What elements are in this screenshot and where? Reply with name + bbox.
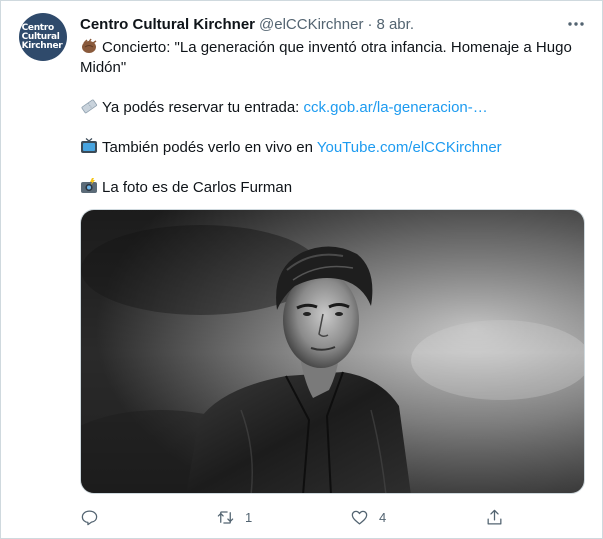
youtube-link[interactable]: YouTube.com/elCCKirchner [317,139,502,156]
retweet-icon [217,510,234,524]
heart-icon [351,510,368,524]
ticket-icon [81,99,98,114]
ticket-paragraph: Ya podés reservar tu entrada: cck.gob.ar… [80,98,590,118]
tweet-actions: 1 4 [80,505,510,529]
avatar-logo-text: Centro Cultural Kirchner [21,22,63,51]
share-icon [487,509,502,524]
tweet-date[interactable]: 8 abr. [376,16,414,33]
ticket-text: Ya podés reservar tu entrada: [102,99,304,116]
share-button[interactable] [485,505,504,529]
tweet-photo[interactable] [80,209,585,494]
television-icon [81,138,97,153]
photo-credit-text: La foto es de Carlos Furman [102,179,293,196]
reply-icon [81,510,98,525]
author-name[interactable]: Centro Cultural Kirchner [80,16,255,33]
live-text: También podés verlo en vivo en [102,139,317,156]
avatar[interactable]: Centro Cultural Kirchner [19,13,67,61]
live-paragraph: También podés verlo en vivo en YouTube.c… [80,138,590,158]
more-dots-icon[interactable] [565,13,587,35]
tweet-card[interactable]: Centro Cultural Kirchner Centro Cultural… [0,0,603,539]
tweet-content: Centro Cultural Kirchner @elCCKirchner ·… [80,13,590,198]
separator-dot: · [367,15,373,33]
tweet-header: Centro Cultural Kirchner @elCCKirchner ·… [80,13,590,35]
like-button[interactable]: 4 [350,505,386,529]
tweet-text: Concierto: "La generación que inventó ot… [80,38,590,198]
retweet-count: 1 [245,509,253,525]
concert-paragraph: Concierto: "La generación que inventó ot… [80,38,590,78]
photo-paragraph: La foto es de Carlos Furman [80,178,590,198]
concert-text: Concierto: "La generación que inventó ot… [80,39,572,76]
camera-flash-icon [81,178,97,193]
reply-button[interactable] [80,505,109,529]
retweet-button[interactable]: 1 [216,505,252,529]
like-count: 4 [379,509,387,525]
ticket-link[interactable]: cck.gob.ar/la-generacion-… [304,99,488,116]
portrait-photo-image [81,210,584,493]
author-handle[interactable]: @elCCKirchner [259,16,363,33]
clapping-hands-icon [82,38,97,53]
